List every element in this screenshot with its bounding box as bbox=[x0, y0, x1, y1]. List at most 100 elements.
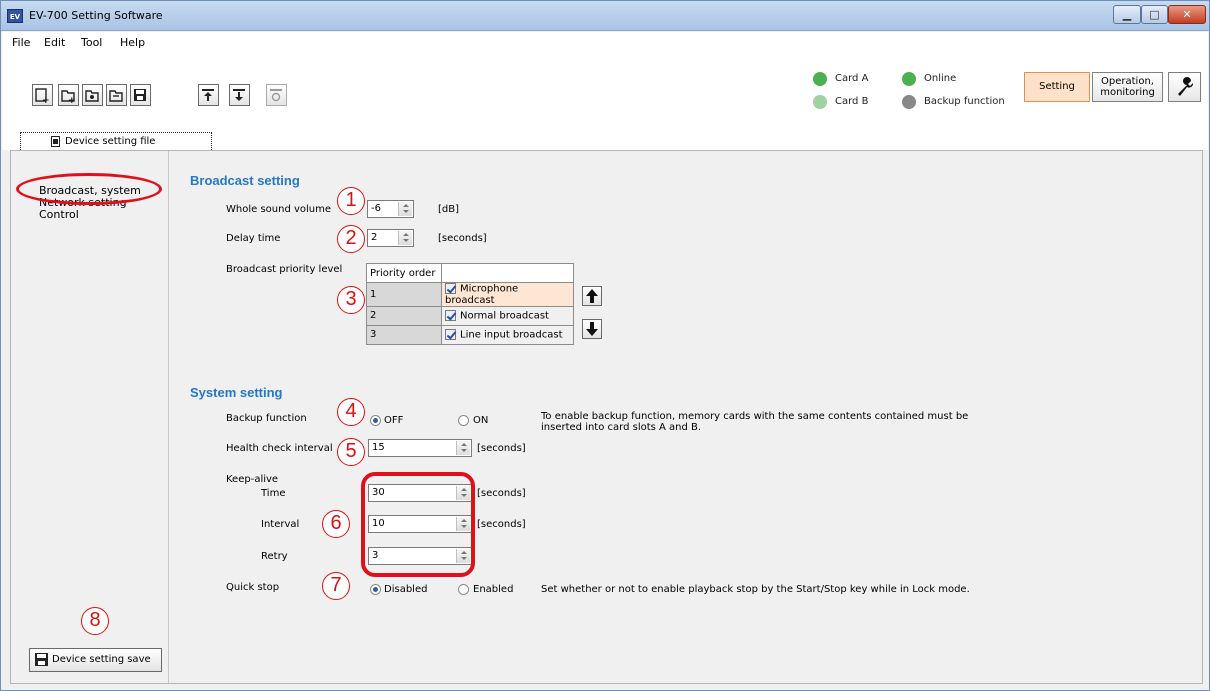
arrow-up-icon bbox=[586, 289, 598, 303]
table-row[interactable]: 3 Line input broadcast bbox=[366, 324, 574, 345]
quick-stop-disabled-radio[interactable] bbox=[370, 584, 381, 595]
app-window: EV EV-700 Setting Software ▁ □ ✕ File Ed… bbox=[0, 0, 1210, 691]
upload-icon[interactable] bbox=[198, 84, 219, 106]
delay-time-unit: [seconds] bbox=[438, 233, 487, 244]
save-button-label: Device setting save bbox=[52, 654, 151, 665]
interval-label: Interval bbox=[261, 519, 300, 530]
left-nav-pane: Broadcast, system Network setting Contro… bbox=[11, 151, 169, 683]
keep-alive-label: Keep-alive bbox=[226, 474, 279, 485]
svg-text:+: + bbox=[42, 96, 50, 103]
menu-bar: File Edit Tool Help bbox=[2, 32, 1208, 54]
backup-status-label: Backup function bbox=[924, 96, 1005, 107]
backup-on-radio[interactable] bbox=[458, 415, 469, 426]
annotation-oval bbox=[16, 173, 162, 205]
settings-folder-icon[interactable] bbox=[82, 84, 103, 106]
menu-edit[interactable]: Edit bbox=[44, 36, 65, 49]
priority-name-cell: Line input broadcast bbox=[460, 329, 563, 341]
menu-tool[interactable]: Tool bbox=[81, 36, 102, 49]
device-setting-save-button[interactable]: Device setting save bbox=[29, 648, 162, 672]
new-file-icon[interactable]: + bbox=[32, 84, 53, 106]
backup-off-label: OFF bbox=[384, 415, 404, 426]
operation-monitoring-button[interactable]: Operation, monitoring bbox=[1092, 72, 1163, 102]
broadcast-setting-title: Broadcast setting bbox=[190, 173, 300, 188]
minimize-button[interactable]: ▁ bbox=[1113, 5, 1141, 24]
callout-5: 5 bbox=[337, 438, 365, 466]
keepalive-interval-unit: [seconds] bbox=[477, 519, 526, 530]
callout-4: 4 bbox=[337, 398, 365, 426]
card-b-check-icon bbox=[813, 95, 827, 109]
nav-item-control[interactable]: Control bbox=[39, 208, 79, 221]
close-button[interactable]: ✕ bbox=[1168, 5, 1206, 24]
health-check-stepper[interactable]: 15 bbox=[368, 439, 472, 457]
move-up-button[interactable] bbox=[582, 286, 602, 306]
priority-order-cell: 3 bbox=[366, 324, 442, 345]
callout-2: 2 bbox=[337, 225, 365, 253]
card-a-check-icon bbox=[813, 72, 827, 86]
backup-on-label: ON bbox=[473, 415, 489, 426]
callout-8: 8 bbox=[81, 607, 109, 635]
callout-7: 7 bbox=[322, 572, 350, 600]
menu-help[interactable]: Help bbox=[120, 36, 145, 49]
stepper-arrows-icon[interactable] bbox=[456, 441, 470, 455]
arrow-down-icon bbox=[586, 322, 598, 336]
save-icon[interactable] bbox=[130, 84, 151, 106]
callout-3: 3 bbox=[337, 286, 365, 314]
priority-order-cell: 2 bbox=[366, 305, 442, 326]
operation-mode-label: Operation, monitoring bbox=[1100, 76, 1155, 98]
callout-1: 1 bbox=[337, 187, 365, 215]
stepper-arrows-icon[interactable] bbox=[398, 202, 412, 216]
priority-name-cell: Normal broadcast bbox=[460, 310, 549, 322]
new-folder-icon[interactable]: + bbox=[58, 84, 79, 106]
checkbox[interactable] bbox=[445, 328, 456, 340]
priority-table: Priority order 1 Microphone broadcast 2 No… bbox=[366, 263, 574, 345]
delay-time-stepper[interactable]: 2 bbox=[367, 229, 414, 247]
move-down-button[interactable] bbox=[582, 319, 602, 339]
whole-volume-stepper[interactable]: -6 bbox=[367, 200, 414, 218]
menu-file[interactable]: File bbox=[12, 36, 30, 49]
stepper-arrows-icon[interactable] bbox=[398, 231, 412, 245]
wrench-icon[interactable] bbox=[1168, 72, 1201, 102]
delay-time-value: 2 bbox=[371, 232, 378, 243]
tab-strip: Device setting file bbox=[2, 132, 1208, 150]
tab-label: Device setting file bbox=[65, 136, 156, 147]
title-bar: EV EV-700 Setting Software ▁ □ ✕ bbox=[1, 1, 1209, 31]
priority-order-cell: 1 bbox=[366, 282, 442, 307]
online-check-icon bbox=[902, 72, 916, 86]
health-check-label: Health check interval bbox=[226, 443, 333, 454]
priority-name-header bbox=[441, 263, 574, 283]
table-row[interactable]: 2 Normal broadcast bbox=[366, 305, 574, 326]
whole-volume-unit: [dB] bbox=[438, 204, 460, 215]
sync-icon[interactable] bbox=[266, 84, 287, 106]
app-icon: EV bbox=[7, 9, 23, 23]
online-label: Online bbox=[924, 73, 957, 84]
time-label: Time bbox=[261, 488, 286, 499]
checkbox[interactable] bbox=[445, 309, 456, 321]
annotation-box bbox=[361, 472, 475, 577]
window-title: EV-700 Setting Software bbox=[29, 9, 163, 22]
checkbox[interactable] bbox=[445, 283, 456, 294]
keepalive-time-unit: [seconds] bbox=[477, 488, 526, 499]
priority-order-header: Priority order bbox=[366, 263, 442, 283]
backup-minus-icon bbox=[902, 95, 916, 109]
backup-off-radio[interactable] bbox=[370, 415, 381, 426]
open-folder-icon[interactable] bbox=[106, 84, 127, 106]
whole-volume-label: Whole sound volume bbox=[226, 204, 332, 215]
download-icon[interactable] bbox=[229, 84, 250, 106]
toolbar: + + Card A Card B Online Backup function bbox=[2, 54, 1208, 132]
tab-device-setting-file[interactable]: Device setting file bbox=[20, 132, 212, 150]
backup-note: To enable backup function, memory cards … bbox=[541, 411, 969, 433]
save-icon bbox=[35, 653, 48, 666]
delay-time-label: Delay time bbox=[226, 233, 281, 244]
table-row[interactable]: 1 Microphone broadcast bbox=[366, 282, 574, 307]
quick-stop-label: Quick stop bbox=[226, 582, 280, 593]
quick-stop-enabled-label: Enabled bbox=[473, 584, 514, 595]
whole-volume-value: -6 bbox=[371, 203, 381, 214]
quick-stop-enabled-radio[interactable] bbox=[458, 584, 469, 595]
quick-stop-note: Set whether or not to enable playback st… bbox=[541, 584, 970, 595]
maximize-button[interactable]: □ bbox=[1141, 5, 1168, 24]
svg-text:+: + bbox=[68, 96, 76, 103]
setting-mode-button[interactable]: Setting bbox=[1024, 72, 1090, 102]
system-setting-title: System setting bbox=[190, 385, 283, 400]
document-icon bbox=[51, 136, 60, 147]
backup-function-label: Backup function bbox=[226, 413, 307, 424]
